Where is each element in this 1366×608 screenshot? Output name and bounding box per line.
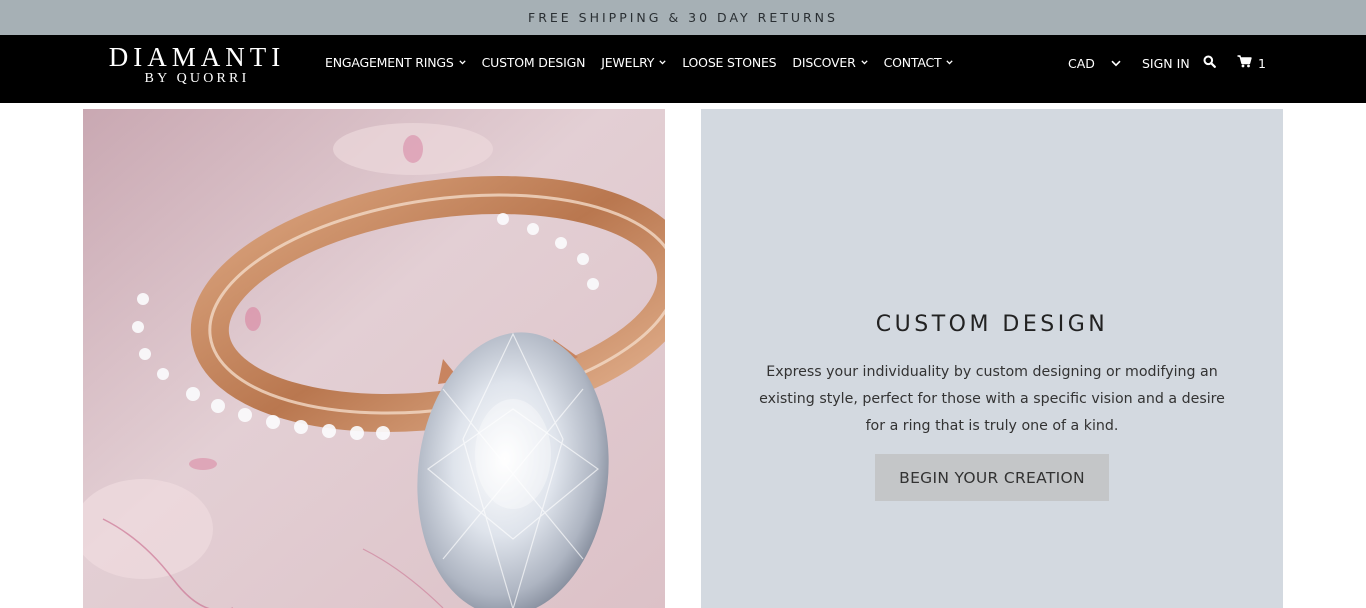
panel-description: Express your individuality by custom des… (759, 364, 1225, 434)
chevron-down-icon (1111, 60, 1121, 67)
custom-design-panel: CUSTOM DESIGN Express your individuality… (701, 109, 1283, 608)
cart-count: 1 (1258, 55, 1266, 71)
nav-loose-stones[interactable]: LOOSE STONES (682, 55, 776, 70)
currency-value: CAD (1068, 55, 1095, 71)
panel-title: CUSTOM DESIGN (875, 312, 1109, 337)
nav-contact[interactable]: CONTACT (884, 55, 954, 70)
cart-icon (1237, 55, 1252, 71)
nav-loose-stones-label: LOOSE STONES (682, 54, 777, 70)
currency-selector[interactable]: CAD (1068, 35, 1121, 91)
sign-in-link[interactable]: SIGN IN (1142, 35, 1190, 91)
chevron-down-icon (946, 59, 954, 65)
cart-button[interactable]: 1 (1237, 35, 1266, 91)
brand-logo[interactable]: DIAMANTI BY QUORRI (92, 42, 302, 86)
promo-text: FREE SHIPPING & 30 DAY RETURNS (528, 10, 838, 25)
search-button[interactable] (1203, 35, 1216, 91)
nav-custom-design[interactable]: CUSTOM DESIGN (482, 55, 586, 70)
hero-ring-image (83, 109, 665, 608)
nav-custom-design-label: CUSTOM DESIGN (481, 54, 586, 70)
begin-creation-button[interactable]: BEGIN YOUR CREATION (875, 454, 1109, 501)
nav-engagement-rings[interactable]: ENGAGEMENT RINGS (325, 55, 466, 70)
search-icon (1203, 55, 1216, 71)
main-nav: ENGAGEMENT RINGS CUSTOM DESIGN JEWELRY L… (325, 35, 969, 89)
nav-contact-label: CONTACT (883, 54, 942, 70)
chevron-down-icon (458, 59, 466, 65)
nav-jewelry-label: JEWELRY (601, 54, 655, 70)
brand-subtitle: BY QUORRI (144, 71, 250, 86)
chevron-down-icon (860, 59, 868, 65)
sign-in-label: SIGN IN (1142, 55, 1190, 71)
nav-discover-label: DISCOVER (792, 54, 856, 70)
nav-engagement-rings-label: ENGAGEMENT RINGS (325, 54, 454, 70)
chevron-down-icon (659, 59, 666, 65)
brand-name: DIAMANTI (108, 42, 286, 72)
site-header: DIAMANTI BY QUORRI ENGAGEMENT RINGS CUST… (0, 35, 1366, 103)
promo-bar: FREE SHIPPING & 30 DAY RETURNS (0, 0, 1366, 35)
nav-jewelry[interactable]: JEWELRY (601, 55, 666, 70)
nav-discover[interactable]: DISCOVER (792, 54, 868, 70)
